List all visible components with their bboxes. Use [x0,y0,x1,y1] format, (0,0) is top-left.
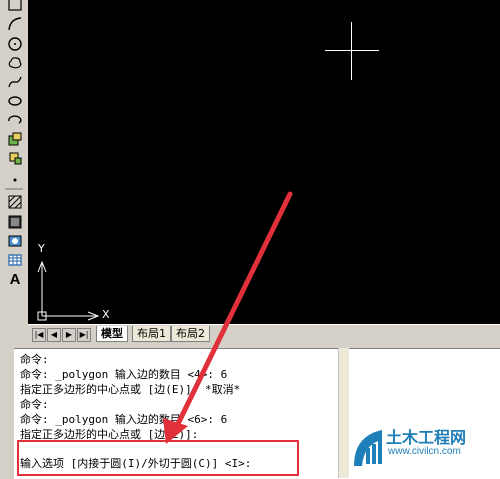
layout-tab-bar: |◀ ◀ ▶ ▶| 模型 布局1 布局2 [28,324,500,343]
command-history-line: 命令: _polygon 输入边的数目 <6>: 6 [20,413,228,426]
ucs-icon: Y X [34,240,124,322]
insert-block-icon[interactable] [7,131,23,147]
next-tab-button[interactable]: ▶ [62,328,76,342]
region-icon[interactable] [7,233,23,249]
ellipse-icon[interactable] [7,93,23,109]
highlight-annotation-box [17,440,299,476]
line-icon[interactable] [7,0,23,12]
arc-icon[interactable] [7,16,23,32]
first-tab-button[interactable]: |◀ [32,328,46,342]
ucs-x-label: X [102,308,110,321]
spline-icon[interactable] [7,74,23,90]
tab-layout2[interactable]: 布局2 [171,326,210,342]
command-history-line: 命令: [20,353,49,366]
circle-icon[interactable] [7,36,23,52]
hatch-icon[interactable] [7,194,23,210]
make-block-icon[interactable] [7,150,23,166]
command-scrollbar[interactable] [338,348,349,478]
point-icon[interactable] [7,172,23,188]
last-tab-button[interactable]: ▶| [77,328,91,342]
tab-layout1[interactable]: 布局1 [132,326,171,342]
tab-model[interactable]: 模型 [96,326,128,342]
site-logo: 土木工程网 www.civilcn.com [350,420,500,478]
logo-title: 土木工程网 [386,430,467,447]
table-icon[interactable] [7,252,23,268]
cloud-icon[interactable] [7,55,23,71]
logo-mark-icon [354,430,382,466]
command-history-line: 指定正多边形的中心点或 [边(E)]: *取消* [20,383,241,396]
ucs-y-label: Y [38,242,45,255]
multiline-text-icon[interactable]: A [7,271,23,288]
command-history-line: 命令: _polygon 输入边的数目 <4>: 6 [20,368,228,381]
crosshair-cursor-horizontal [325,50,379,51]
prev-tab-button[interactable]: ◀ [47,328,61,342]
command-history-line: 命令: [20,398,49,411]
ellipse-arc-icon[interactable] [7,112,23,128]
crosshair-cursor-vertical [351,22,352,80]
toolbar-separator [5,188,23,190]
gradient-icon[interactable] [7,214,23,230]
logo-url: www.civilcn.com [388,446,461,457]
